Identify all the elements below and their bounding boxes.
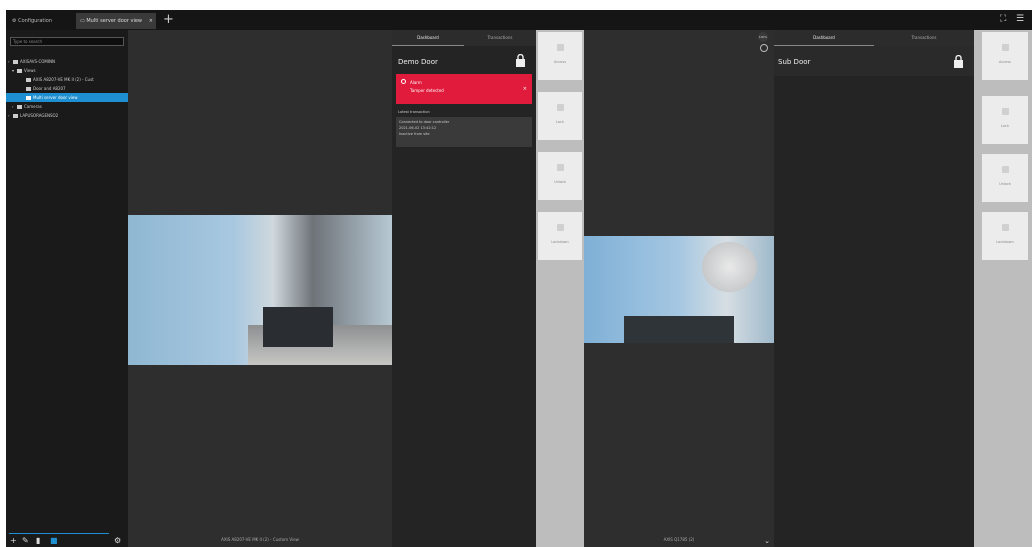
camera-view-left[interactable]: AXIS A8207-VE MK II (2) - Custom View [128, 30, 392, 547]
alarm-icon [401, 79, 406, 84]
folder-icon [17, 69, 22, 73]
camera-image-sofa [263, 307, 333, 347]
close-tab-icon[interactable]: × [149, 13, 153, 29]
action-strip-left: Access Lock Unlock Lockdown [536, 30, 584, 547]
search-input[interactable]: Type to search [10, 37, 124, 46]
door-title: Sub Door [778, 58, 811, 66]
camera-icon [26, 78, 31, 82]
alarm-title: Alarm [410, 80, 422, 85]
fullscreen-icon[interactable]: ⛶ [1000, 14, 1010, 24]
camera-image [128, 215, 392, 365]
unlock-button[interactable]: Unlock [982, 154, 1028, 202]
unlock-icon [1001, 166, 1009, 173]
panel-tabs: Dashboard Transactions [774, 30, 974, 46]
tree-item-cameras[interactable]: › Cameras [6, 102, 134, 111]
door-icon [26, 96, 31, 100]
lockdown-button[interactable]: Lockdown [538, 212, 582, 260]
folder-icon [13, 60, 18, 64]
save-icon[interactable]: ■ [50, 536, 58, 545]
event-line: Inactive from site [399, 132, 430, 136]
camera-image [584, 236, 774, 343]
ptz-icon[interactable] [760, 44, 768, 52]
gear-icon: ⚙ [12, 18, 17, 24]
lockdown-icon [556, 224, 564, 231]
lock-button[interactable]: Lock [982, 96, 1028, 144]
lock-icon [1001, 108, 1009, 115]
tab-multi-server-door-view[interactable]: ▭ Multi server door view × [76, 13, 156, 29]
tree-item-door-view[interactable]: Door and A8207 [6, 84, 148, 93]
tree-item-camera-view[interactable]: AXIS A8207-VE MK II (2) - Cust [6, 75, 148, 84]
tab-label: Configuration [18, 18, 52, 24]
events-box: Connected to door controller 2021-06-02 … [396, 117, 532, 147]
tab-label: Multi server door view [86, 18, 143, 24]
access-button[interactable]: Access [538, 32, 582, 80]
tree-item-server-2[interactable]: › LAPUSORAGENSO2 [6, 111, 130, 120]
lockdown-icon [1001, 224, 1009, 231]
camera-caption: AXIS Q1785 (2) [663, 537, 695, 542]
chevron-down-icon[interactable]: ⌄ [764, 537, 770, 545]
delete-icon[interactable]: ▮ [36, 536, 40, 545]
settings-icon[interactable]: ⚙ [114, 536, 121, 545]
door-icon [26, 87, 31, 91]
event-line: Connected to door controller [399, 120, 450, 124]
events-label: Latest transaction [398, 110, 430, 114]
lockdown-button[interactable]: Lockdown [982, 212, 1028, 260]
tab-transactions[interactable]: Transactions [464, 30, 536, 46]
door-panel-right: Dashboard Transactions Sub Door [774, 30, 974, 547]
lock-button[interactable]: Lock [538, 92, 582, 140]
alarm-close-icon[interactable]: × [523, 86, 527, 92]
unlock-button[interactable]: Unlock [538, 152, 582, 200]
monitor-icon: ▭ [80, 18, 85, 24]
access-button[interactable]: Access [982, 32, 1028, 80]
tree-item-multi-server-door-view[interactable]: Multi server door view [6, 93, 148, 102]
camera-view-right[interactable]: 100% AXIS Q1785 (2) ⌄ [584, 30, 774, 547]
tree-item-server[interactable]: › AXISAVS-COMINN [6, 57, 130, 66]
action-strip-right: Access Lock Unlock Lockdown [974, 30, 1032, 547]
alarm-banner: Alarm Tamper detected × [396, 74, 532, 104]
folder-icon [17, 105, 22, 109]
camera-caption: AXIS A8207-VE MK II (2) - Custom View [221, 537, 299, 542]
camera-image-sofa [624, 316, 734, 343]
lock-icon[interactable] [953, 55, 964, 68]
folder-icon [13, 114, 18, 118]
tab-dashboard[interactable]: Dashboard [392, 30, 464, 46]
tab-configuration[interactable]: ⚙ Configuration [8, 13, 70, 29]
unlock-icon [556, 164, 564, 171]
lock-icon[interactable] [515, 54, 526, 67]
layout-icon[interactable]: ☰ [1016, 14, 1026, 24]
zoom-badge[interactable]: 100% [758, 32, 768, 42]
top-bar: ⚙ Configuration ▭ Multi server door view… [6, 10, 1032, 30]
tree-item-views[interactable]: ▾ Views [6, 66, 134, 75]
alarm-message: Tamper detected [410, 88, 444, 93]
sidebar-toolbar-divider [9, 533, 109, 534]
add-tab-button[interactable]: + [163, 11, 174, 29]
panel-tabs: Dashboard Transactions [392, 30, 536, 46]
access-icon [1001, 44, 1009, 51]
add-icon[interactable]: + [10, 536, 17, 545]
edit-icon[interactable]: ✎ [22, 536, 29, 545]
sidebar: Type to search › AXISAVS-COMINN ▾ Views AX… [6, 30, 148, 547]
door-title: Demo Door [398, 58, 438, 66]
door-panel-left: Dashboard Transactions Demo Door Alarm T… [392, 30, 536, 547]
camera-image-lamp [702, 242, 757, 292]
event-line: 2021-06-02 13:42:12 [399, 126, 437, 130]
tab-dashboard[interactable]: Dashboard [774, 30, 874, 46]
sidebar-toolbar: + ✎ ▮ ■ ⚙ [6, 533, 128, 547]
access-icon [556, 44, 564, 51]
tab-transactions[interactable]: Transactions [874, 30, 974, 46]
lock-icon [556, 104, 564, 111]
